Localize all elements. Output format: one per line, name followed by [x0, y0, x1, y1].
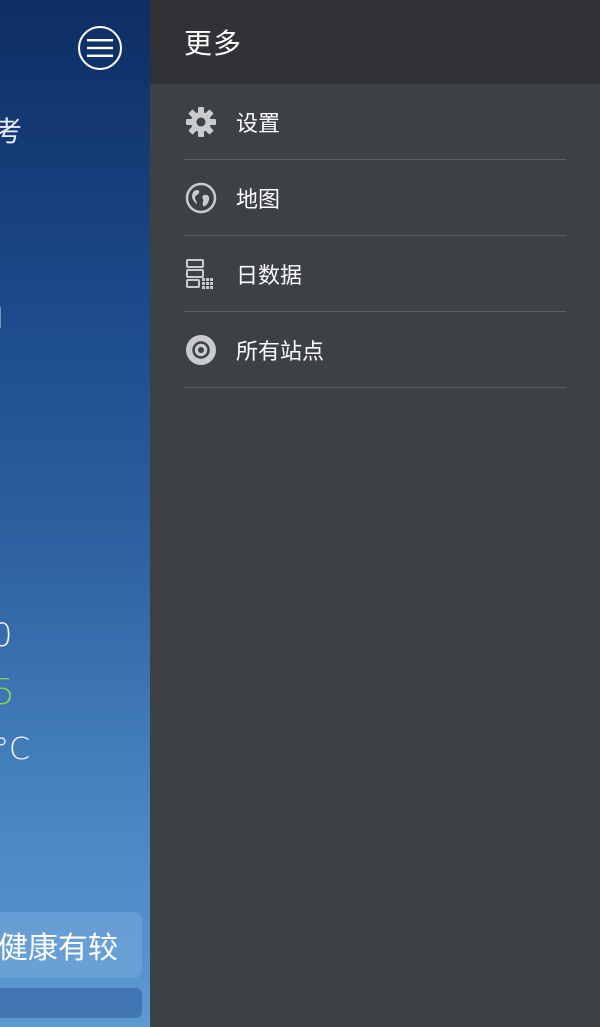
- menu-item-settings[interactable]: 设置: [184, 84, 566, 160]
- bg-bottom-bar: [0, 988, 142, 1018]
- bg-text-fragment: l: [0, 302, 4, 335]
- drawer-menu: 设置 地图 日数据 所有站点: [150, 84, 600, 388]
- bg-temperature-fragment: °C: [0, 732, 30, 767]
- drawer-header: 更多: [150, 0, 600, 84]
- hamburger-menu-button[interactable]: [78, 26, 122, 70]
- menu-item-label: 所有站点: [236, 339, 325, 365]
- menu-item-all-stations[interactable]: 所有站点: [184, 312, 566, 388]
- bg-text-fragment: 考: [0, 115, 23, 148]
- daily-data-icon: [184, 257, 218, 291]
- globe-icon: [184, 181, 218, 215]
- menu-item-daily-data[interactable]: 日数据: [184, 236, 566, 312]
- drawer-title: 更多: [184, 27, 243, 60]
- menu-item-map[interactable]: 地图: [184, 160, 566, 236]
- bg-aqi-value-fragment: 5: [0, 672, 15, 713]
- menu-item-label: 设置: [236, 111, 281, 137]
- menu-item-label: 日数据: [236, 263, 303, 289]
- bg-health-banner-text: 健康有较: [0, 931, 118, 966]
- gear-icon: [184, 105, 218, 139]
- navigation-drawer: 更多 设置 地图 日数据 所有站点: [150, 0, 600, 1027]
- background-app: 考 l 0 5 °C 健康有较: [0, 0, 150, 1027]
- menu-item-label: 地图: [236, 187, 281, 213]
- target-icon: [184, 333, 218, 367]
- bg-value-fragment: 0: [0, 616, 13, 654]
- bg-health-banner: 健康有较: [0, 912, 142, 978]
- hamburger-icon: [87, 39, 113, 57]
